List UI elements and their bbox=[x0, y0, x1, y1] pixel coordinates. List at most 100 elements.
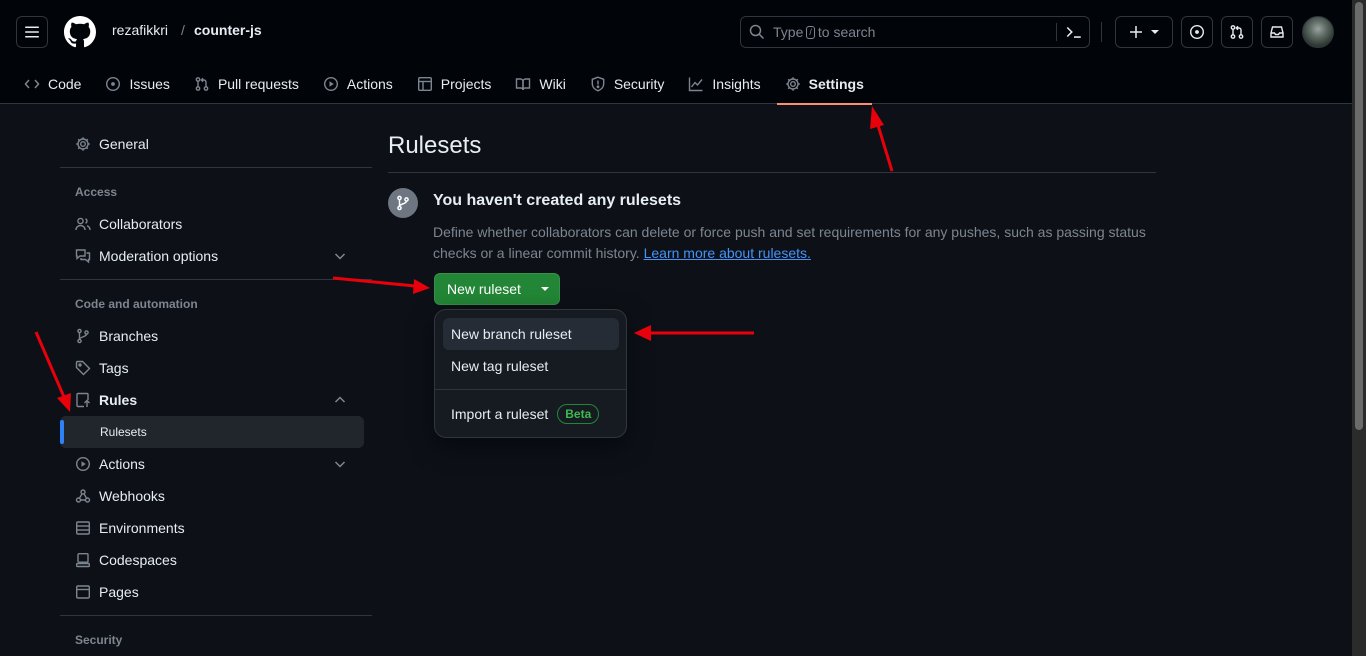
chevron-down-icon bbox=[334, 461, 346, 468]
tab-security[interactable]: Security bbox=[582, 64, 673, 104]
comment-discussion-icon bbox=[75, 249, 91, 264]
blankslate-description: Define whether collaborators can delete … bbox=[433, 222, 1153, 264]
sidebar-item-branches[interactable]: Branches bbox=[60, 320, 364, 352]
sidebar-item-rules[interactable]: Rules bbox=[60, 384, 364, 416]
new-ruleset-label: New ruleset bbox=[447, 281, 521, 297]
search-shortcut-key: / bbox=[806, 25, 815, 39]
sidebar-item-moderation[interactable]: Moderation options bbox=[60, 240, 364, 272]
sidebar-item-rulesets[interactable]: Rulesets bbox=[60, 416, 364, 448]
tab-wiki[interactable]: Wiki bbox=[507, 64, 573, 104]
tab-projects[interactable]: Projects bbox=[409, 64, 500, 104]
menu-item-label: New branch ruleset bbox=[451, 326, 572, 342]
chevron-down-icon bbox=[334, 253, 346, 260]
tab-actions[interactable]: Actions bbox=[315, 64, 401, 104]
sidebar-item-label: Moderation options bbox=[99, 248, 219, 264]
sidebar-item-codespaces[interactable]: Codespaces bbox=[60, 544, 364, 576]
issues-button[interactable] bbox=[1181, 16, 1213, 48]
play-icon bbox=[323, 76, 338, 92]
sidebar-item-tags[interactable]: Tags bbox=[60, 352, 364, 384]
sidebar-item-label: Collaborators bbox=[99, 216, 183, 232]
new-ruleset-menu: New branch ruleset New tag ruleset Impor… bbox=[434, 309, 627, 438]
tab-code-label: Code bbox=[48, 76, 82, 92]
breadcrumb-separator: / bbox=[181, 22, 185, 38]
menu-item-import-ruleset[interactable]: Import a ruleset Beta bbox=[443, 398, 619, 430]
chevron-up-icon bbox=[334, 396, 346, 403]
tab-security-label: Security bbox=[613, 76, 665, 92]
new-ruleset-button[interactable]: New ruleset bbox=[434, 273, 560, 305]
tab-wiki-label: Wiki bbox=[539, 76, 566, 92]
sidebar-item-label: Webhooks bbox=[99, 488, 165, 504]
triangle-down-icon bbox=[1151, 30, 1159, 34]
menu-item-label: Import a ruleset bbox=[451, 406, 549, 422]
table-icon bbox=[417, 77, 432, 92]
sidebar-item-pages[interactable]: Pages bbox=[60, 576, 364, 608]
issue-opened-icon bbox=[1189, 24, 1205, 40]
search-input[interactable]: Type / to search bbox=[740, 16, 1090, 48]
tab-pull-requests[interactable]: Pull requests bbox=[186, 64, 307, 104]
menu-item-new-branch-ruleset[interactable]: New branch ruleset bbox=[443, 318, 619, 350]
command-palette-icon[interactable] bbox=[1065, 23, 1083, 41]
sidebar-item-environments[interactable]: Environments bbox=[60, 512, 364, 544]
hamburger-icon bbox=[25, 26, 39, 38]
menu-divider bbox=[435, 389, 626, 390]
sidebar-item-label: General bbox=[99, 136, 149, 152]
book-icon bbox=[516, 78, 531, 91]
tab-actions-label: Actions bbox=[346, 76, 393, 92]
graph-icon bbox=[689, 77, 703, 92]
sidebar-divider bbox=[60, 615, 372, 616]
sidebar-item-label: Actions bbox=[99, 456, 145, 472]
sidebar-item-label: Rulesets bbox=[100, 425, 147, 439]
sidebar-item-label: Rules bbox=[99, 392, 138, 408]
code-icon bbox=[24, 79, 40, 89]
search-placeholder-suffix: to search bbox=[817, 24, 876, 40]
people-icon bbox=[75, 217, 91, 231]
play-icon bbox=[75, 456, 91, 472]
learn-more-link[interactable]: Learn more about rulesets. bbox=[644, 245, 811, 261]
sidebar-item-collaborators[interactable]: Collaborators bbox=[60, 208, 364, 240]
sidebar-item-label: Environments bbox=[99, 520, 185, 536]
beta-badge: Beta bbox=[557, 404, 600, 424]
gear-icon bbox=[76, 137, 90, 151]
repo-push-icon bbox=[76, 392, 90, 408]
git-pull-request-icon bbox=[195, 77, 209, 91]
title-divider bbox=[388, 172, 1156, 173]
tag-icon bbox=[75, 360, 91, 376]
tab-pull-requests-label: Pull requests bbox=[217, 76, 299, 92]
menu-item-new-tag-ruleset[interactable]: New tag ruleset bbox=[443, 350, 619, 382]
sidebar-item-general[interactable]: General bbox=[60, 128, 364, 160]
sidebar-item-actions[interactable]: Actions bbox=[60, 448, 364, 480]
repo-tabs: Code Issues Pull requests Actions Projec… bbox=[16, 64, 880, 105]
sidebar-item-label: Pages bbox=[99, 584, 139, 600]
tab-issues-label: Issues bbox=[129, 76, 170, 92]
breadcrumb-repo[interactable]: counter-js bbox=[194, 22, 262, 38]
annotation-arrow-branch-ruleset bbox=[634, 325, 754, 341]
scrollbar-thumb[interactable] bbox=[1355, 2, 1363, 430]
sidebar-item-webhooks[interactable]: Webhooks bbox=[60, 480, 364, 512]
page-scrollbar[interactable] bbox=[1352, 0, 1366, 656]
menu-button[interactable] bbox=[16, 16, 48, 48]
sidebar-item-label: Branches bbox=[99, 328, 159, 344]
breadcrumb-owner[interactable]: rezafikkri bbox=[112, 22, 168, 38]
gear-icon bbox=[785, 77, 800, 91]
search-divider bbox=[1056, 23, 1057, 41]
browser-icon bbox=[76, 585, 91, 599]
webhook-icon bbox=[75, 489, 91, 503]
tab-code[interactable]: Code bbox=[16, 64, 89, 104]
pull-requests-button[interactable] bbox=[1221, 16, 1253, 48]
create-new-button[interactable] bbox=[1115, 16, 1173, 48]
user-avatar[interactable] bbox=[1302, 16, 1334, 48]
inbox-button[interactable] bbox=[1261, 16, 1293, 48]
github-logo-icon[interactable] bbox=[64, 16, 96, 48]
triangle-down-icon bbox=[541, 287, 549, 291]
sidebar-divider bbox=[60, 279, 372, 280]
blankslate-icon bbox=[388, 188, 418, 218]
inbox-icon bbox=[1270, 26, 1284, 38]
tab-issues[interactable]: Issues bbox=[97, 64, 177, 104]
codespaces-icon bbox=[76, 553, 91, 568]
blankslate-heading: You haven't created any rulesets bbox=[433, 192, 682, 209]
git-branch-icon bbox=[77, 328, 89, 344]
tab-settings[interactable]: Settings bbox=[776, 64, 873, 105]
search-icon bbox=[749, 24, 765, 40]
tab-insights[interactable]: Insights bbox=[680, 64, 768, 104]
app-header: rezafikkri / counter-js Type / to search… bbox=[0, 0, 1352, 105]
